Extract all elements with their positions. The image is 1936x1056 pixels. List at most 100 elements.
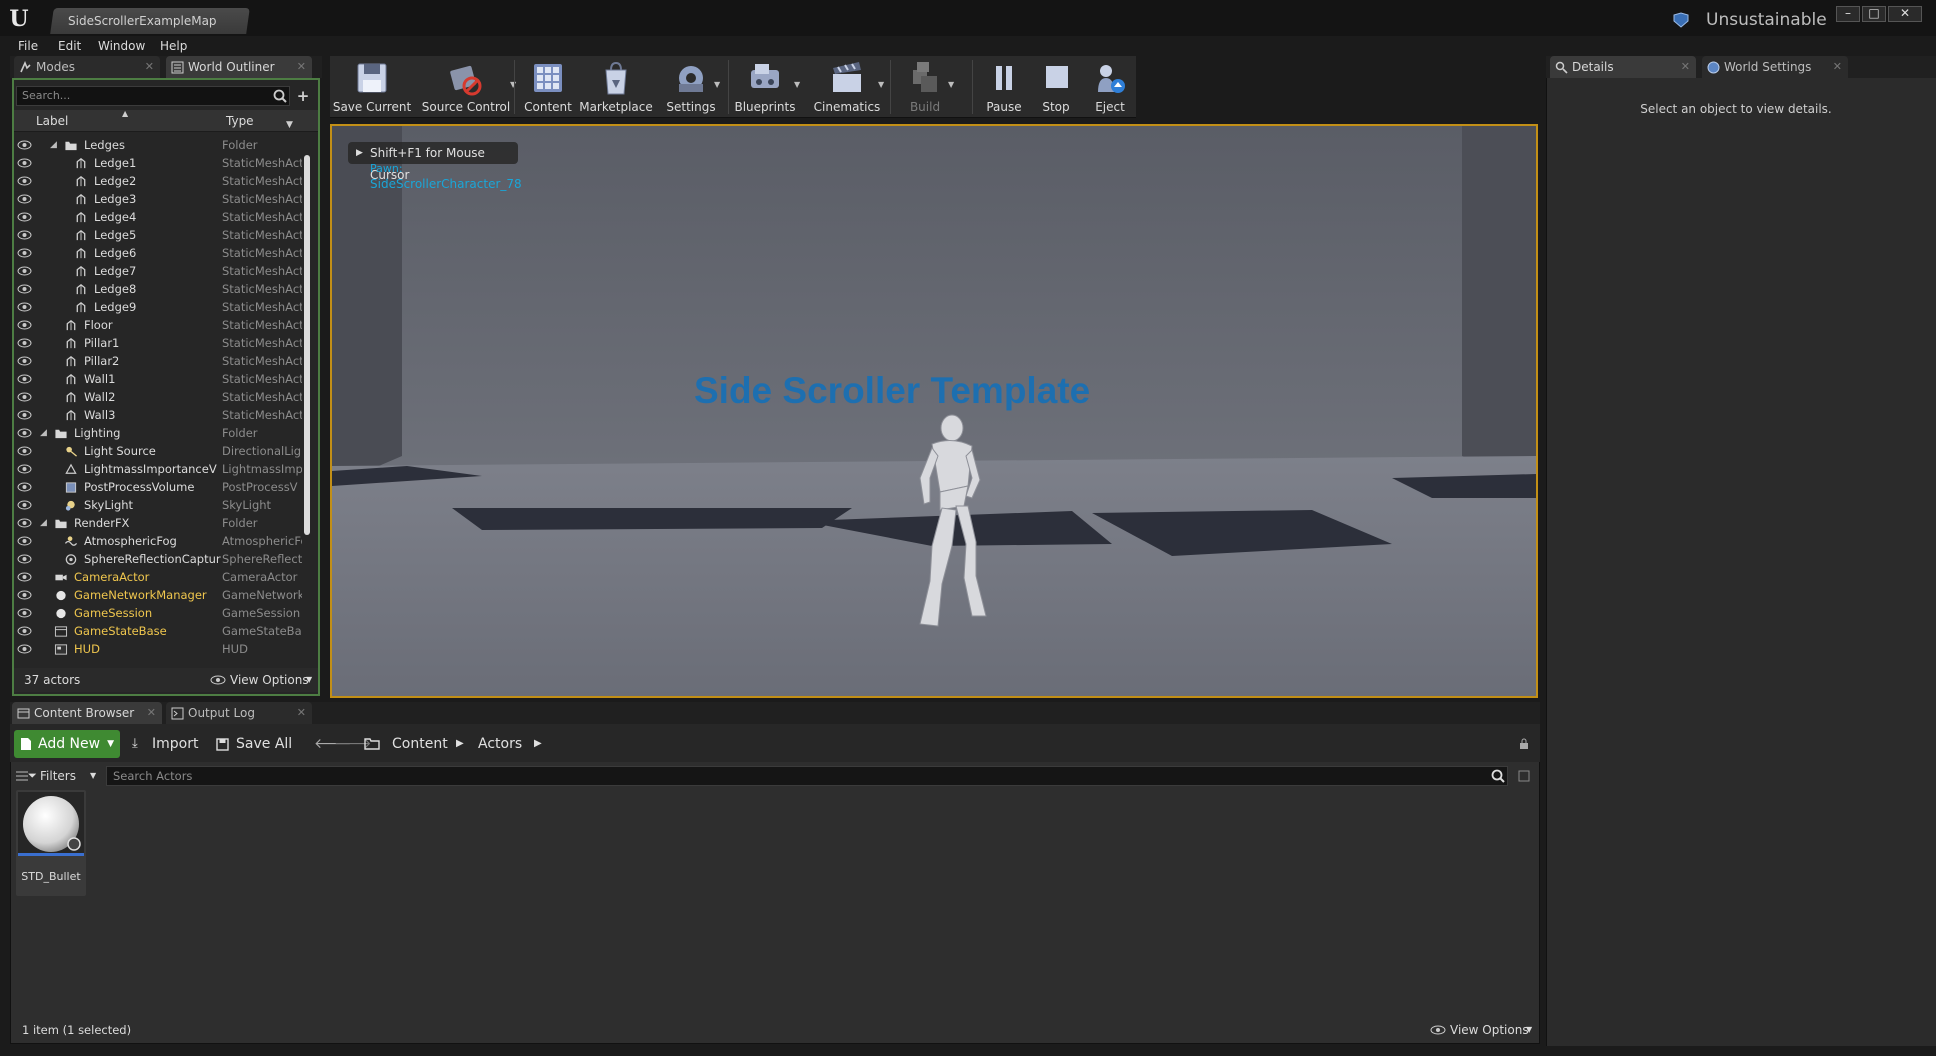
asset-search-input[interactable]: Search Actors xyxy=(106,766,1508,786)
close-window-button[interactable]: ✕ xyxy=(1888,6,1922,22)
visibility-eye-icon[interactable] xyxy=(17,176,32,186)
close-tab-icon[interactable]: ✕ xyxy=(297,56,306,78)
expand-arrow-icon[interactable]: ◢ xyxy=(40,424,47,442)
menu-edit[interactable]: Edit xyxy=(58,36,81,56)
import-button[interactable]: ⤓ Import xyxy=(132,730,202,758)
filters-button[interactable]: ⏷ Filters ▼ xyxy=(14,766,100,786)
visibility-eye-icon[interactable] xyxy=(17,194,32,204)
outliner-row[interactable]: Ledge5 StaticMeshAct xyxy=(14,226,304,244)
back-arrow-icon[interactable]: 🡐 xyxy=(314,730,352,758)
visibility-eye-icon[interactable] xyxy=(17,446,32,456)
outliner-row[interactable]: HUD HUD xyxy=(14,640,304,658)
outliner-row[interactable]: Ledge6 StaticMeshAct xyxy=(14,244,304,262)
visibility-eye-icon[interactable] xyxy=(17,140,32,150)
close-tab-icon[interactable]: ✕ xyxy=(297,702,306,724)
visibility-eye-icon[interactable] xyxy=(17,248,32,258)
minimize-button[interactable]: – xyxy=(1836,6,1860,22)
outliner-row[interactable]: ◢ Ledges Folder xyxy=(14,136,304,154)
visibility-eye-icon[interactable] xyxy=(17,338,32,348)
visibility-eye-icon[interactable] xyxy=(17,518,32,528)
toolbar-source-control-button[interactable]: Source Control xyxy=(414,58,518,116)
tab-output-log[interactable]: Output Log ✕ xyxy=(166,702,312,724)
maximize-button[interactable]: □ xyxy=(1862,6,1886,22)
outliner-row[interactable]: Pillar1 StaticMeshAct xyxy=(14,334,304,352)
outliner-view-options-button[interactable]: View Options ▼ xyxy=(210,671,314,689)
outliner-row[interactable]: GameSession GameSession xyxy=(14,604,304,622)
toolbar-cinematics-dropdown-icon[interactable]: ▼ xyxy=(878,80,888,90)
close-tab-icon[interactable]: ✕ xyxy=(147,702,156,724)
column-label[interactable]: Label xyxy=(36,113,68,129)
toolbar-source-control-dropdown-icon[interactable]: ▼ xyxy=(510,80,520,90)
close-tab-icon[interactable]: ✕ xyxy=(1833,56,1842,78)
search-icon[interactable] xyxy=(272,88,288,104)
expand-arrow-icon[interactable]: ◢ xyxy=(50,136,57,154)
visibility-eye-icon[interactable] xyxy=(17,212,32,222)
add-new-button[interactable]: Add New ▼ xyxy=(14,730,120,758)
tab-modes[interactable]: Modes ✕ xyxy=(14,56,160,78)
breadcrumb-separator-icon[interactable]: ▶ xyxy=(456,730,464,758)
asset-thumbnail[interactable] xyxy=(18,792,84,856)
outliner-search-input[interactable]: Search... xyxy=(16,86,290,106)
add-folder-button[interactable]: + xyxy=(294,86,312,106)
menu-help[interactable]: Help xyxy=(160,36,187,56)
outliner-row[interactable]: ◢ Lighting Folder xyxy=(14,424,304,442)
outliner-row[interactable]: Wall1 StaticMeshAct xyxy=(14,370,304,388)
close-tab-icon[interactable]: ✕ xyxy=(1681,56,1690,78)
outliner-row[interactable]: Ledge1 StaticMeshAct xyxy=(14,154,304,172)
content-view-options-button[interactable]: View Options ▼ xyxy=(1430,1022,1534,1038)
outliner-row[interactable]: Ledge3 StaticMeshAct xyxy=(14,190,304,208)
folder-open-icon[interactable] xyxy=(364,737,380,751)
column-type[interactable]: Type xyxy=(226,113,254,129)
visibility-eye-icon[interactable] xyxy=(17,374,32,384)
visibility-eye-icon[interactable] xyxy=(17,644,32,654)
outliner-scrollbar[interactable] xyxy=(304,155,310,535)
toolbar-pause-button[interactable]: Pause xyxy=(978,58,1030,116)
visibility-eye-icon[interactable] xyxy=(17,302,32,312)
tab-world-outliner[interactable]: World Outliner ✕ xyxy=(166,56,312,78)
toolbar-blueprints-dropdown-icon[interactable]: ▼ xyxy=(794,80,804,90)
visibility-eye-icon[interactable] xyxy=(17,500,32,510)
outliner-row[interactable]: Light Source DirectionalLig xyxy=(14,442,304,460)
menu-file[interactable]: File xyxy=(18,36,38,56)
visibility-eye-icon[interactable] xyxy=(17,536,32,546)
visibility-eye-icon[interactable] xyxy=(17,266,32,276)
visibility-eye-icon[interactable] xyxy=(17,230,32,240)
unreal-logo-icon[interactable]: U xyxy=(6,6,32,32)
outliner-row[interactable]: Ledge4 StaticMeshAct xyxy=(14,208,304,226)
breadcrumb-separator-icon[interactable]: ▶ xyxy=(534,730,542,758)
tab-content-browser[interactable]: Content Browser ✕ xyxy=(12,702,162,724)
outliner-row[interactable]: LightmassImportanceV LightmassImp xyxy=(14,460,304,478)
toolbar-build-button[interactable]: Build xyxy=(894,58,956,116)
outliner-row[interactable]: CameraActor CameraActor xyxy=(14,568,304,586)
visibility-eye-icon[interactable] xyxy=(17,356,32,366)
expand-arrow-icon[interactable]: ◢ xyxy=(40,514,47,532)
toolbar-marketplace-button[interactable]: Marketplace xyxy=(578,58,654,116)
visibility-eye-icon[interactable] xyxy=(17,608,32,618)
toolbar-stop-button[interactable]: Stop xyxy=(1034,58,1078,116)
visibility-eye-icon[interactable] xyxy=(17,410,32,420)
column-type-dropdown-icon[interactable]: ▼ xyxy=(286,120,296,130)
search-icon[interactable] xyxy=(1490,768,1506,784)
mouse-cursor-hint[interactable]: Shift+F1 for Mouse Cursor xyxy=(348,142,518,182)
visibility-eye-icon[interactable] xyxy=(17,464,32,474)
visibility-eye-icon[interactable] xyxy=(17,158,32,168)
outliner-row[interactable]: ◢ RenderFX Folder xyxy=(14,514,304,532)
tab-details[interactable]: Details ✕ xyxy=(1550,56,1696,78)
visibility-eye-icon[interactable] xyxy=(17,284,32,294)
toolbar-build-dropdown-icon[interactable]: ▼ xyxy=(948,80,958,90)
toolbar-settings-button[interactable]: Settings xyxy=(660,58,722,116)
menu-window[interactable]: Window xyxy=(98,36,145,56)
outliner-row[interactable]: Wall3 StaticMeshAct xyxy=(14,406,304,424)
visibility-eye-icon[interactable] xyxy=(17,554,32,564)
toolbar-blueprints-button[interactable]: Blueprints xyxy=(728,58,802,116)
toolbar-settings-dropdown-icon[interactable]: ▼ xyxy=(714,80,724,90)
visibility-eye-icon[interactable] xyxy=(17,392,32,402)
visibility-eye-icon[interactable] xyxy=(17,626,32,636)
outliner-row[interactable]: GameStateBase GameStateBas xyxy=(14,622,304,640)
outliner-row[interactable]: PostProcessVolume PostProcessV xyxy=(14,478,304,496)
forward-arrow-icon[interactable]: 🡒 xyxy=(334,730,372,758)
outliner-row[interactable]: Floor StaticMeshAct xyxy=(14,316,304,334)
outliner-row[interactable]: AtmosphericFog AtmosphericFo xyxy=(14,532,304,550)
outliner-row[interactable]: Ledge7 StaticMeshAct xyxy=(14,262,304,280)
outliner-row[interactable]: Pillar2 StaticMeshAct xyxy=(14,352,304,370)
